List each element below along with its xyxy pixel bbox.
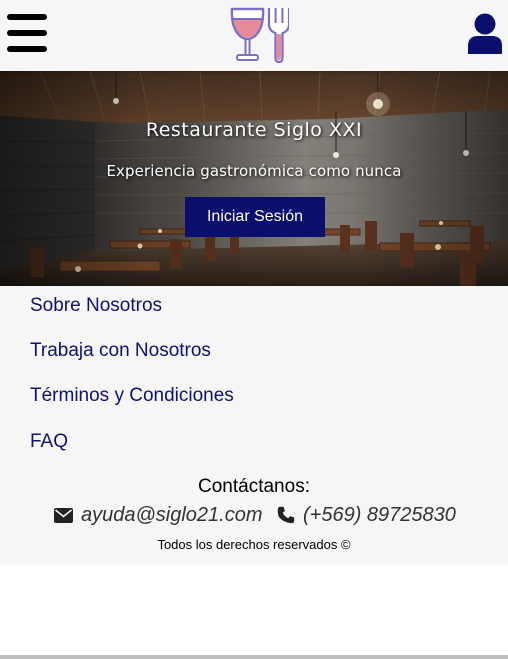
footer-link-faq[interactable]: FAQ bbox=[30, 431, 68, 453]
hero-subtitle: Experiencia gastronómica como nunca bbox=[106, 162, 402, 180]
hero-title: Restaurante Siglo XXI bbox=[145, 119, 363, 141]
footer: Sobre Nosotros Trabaja con Nosotros Térm… bbox=[0, 286, 508, 565]
email-text: ayuda@siglo21.com bbox=[81, 503, 263, 526]
bottom-divider bbox=[0, 655, 508, 659]
user-icon[interactable] bbox=[466, 13, 504, 55]
login-button[interactable]: Iniciar Sesión bbox=[185, 197, 325, 237]
page: Restaurante Siglo XXI Experiencia gastro… bbox=[0, 0, 508, 659]
hamburger-menu-icon[interactable] bbox=[7, 14, 47, 52]
wine-glass-and-fork-icon[interactable] bbox=[229, 6, 289, 64]
footer-link-careers[interactable]: Trabaja con Nosotros bbox=[30, 340, 211, 362]
hero-banner: Restaurante Siglo XXI Experiencia gastro… bbox=[0, 71, 508, 286]
contact-title: Contáctanos: bbox=[198, 476, 310, 497]
copyright-text: Todos los derechos reservados © bbox=[157, 537, 351, 552]
envelope-icon bbox=[54, 507, 73, 523]
footer-link-terms[interactable]: Términos y Condiciones bbox=[30, 385, 234, 407]
footer-link-about[interactable]: Sobre Nosotros bbox=[30, 295, 162, 317]
contact-row: ayuda@siglo21.com (+569) 89725830 bbox=[0, 502, 508, 528]
phone-text: (+569) 89725830 bbox=[303, 503, 456, 526]
contact-phone[interactable]: (+569) 89725830 bbox=[277, 502, 456, 528]
contact-email[interactable]: ayuda@siglo21.com bbox=[54, 502, 263, 528]
top-navbar bbox=[0, 0, 508, 71]
phone-icon bbox=[277, 506, 295, 524]
